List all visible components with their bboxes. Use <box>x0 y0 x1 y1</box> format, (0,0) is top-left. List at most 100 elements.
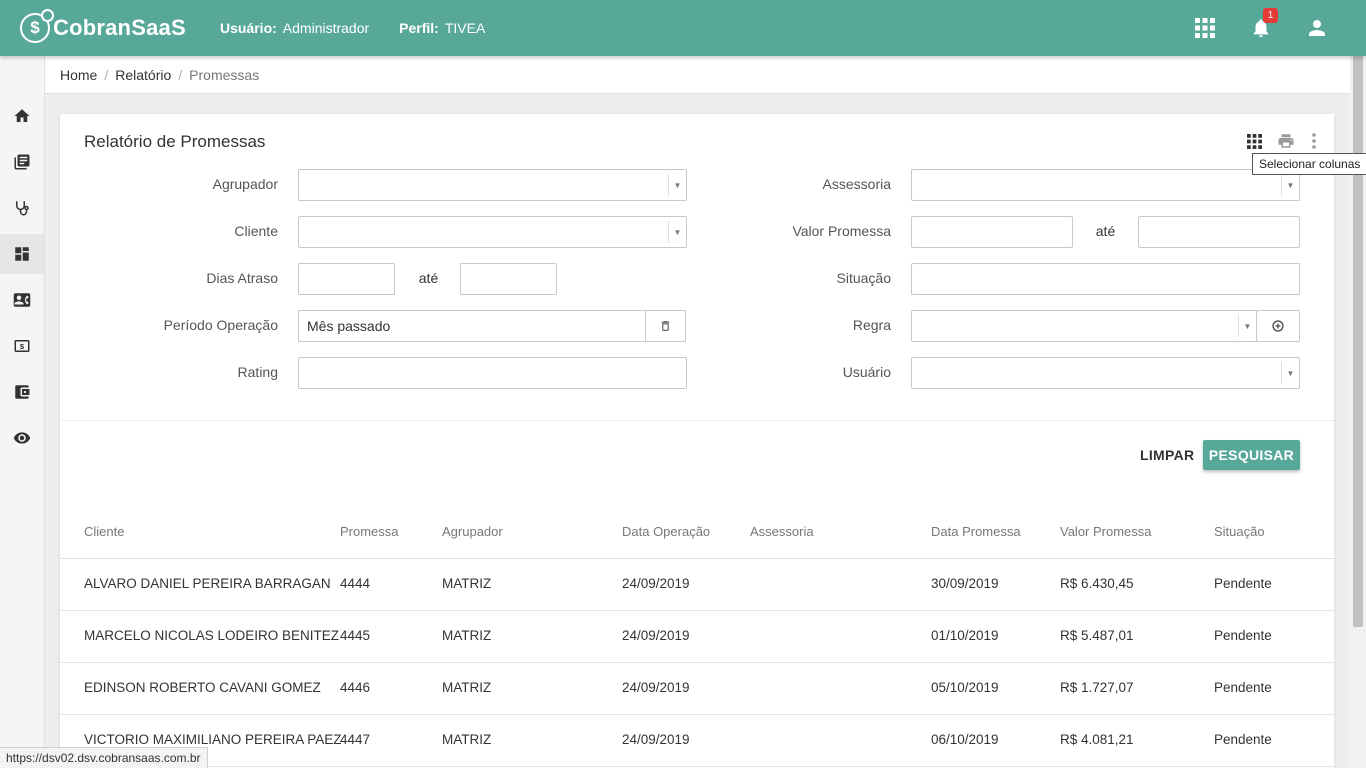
more-vert-icon[interactable] <box>1310 132 1318 153</box>
cell-promessa: 4444 <box>340 576 371 591</box>
book-icon <box>14 154 30 170</box>
divider <box>60 420 1334 421</box>
dias-atraso-ate-label: até <box>418 270 439 286</box>
table-row[interactable]: ALVARO DANIEL PEREIRA BARRAGAN 4444 MATR… <box>60 559 1334 611</box>
notifications-button[interactable]: 1 <box>1248 8 1278 41</box>
user-icon[interactable] <box>1304 15 1330 41</box>
cell-valor-promessa: R$ 4.081,21 <box>1060 732 1134 747</box>
column-header-situacao[interactable]: Situação <box>1214 524 1265 539</box>
sidebar-item-library[interactable] <box>0 142 44 182</box>
sidebar-item-dashboard[interactable] <box>0 234 44 274</box>
breadcrumb-separator: / <box>104 66 109 83</box>
valor-promessa-label: Valor Promessa <box>792 223 891 239</box>
column-header-data-operacao[interactable]: Data Operação <box>622 524 710 539</box>
page-title: Relatório de Promessas <box>84 132 266 151</box>
regra-select[interactable]: ▼ <box>911 310 1257 342</box>
table-row[interactable]: VICTORIO MAXIMILIANO PEREIRA PAEZ 4447 M… <box>60 715 1334 767</box>
trash-icon <box>661 321 670 331</box>
print-icon[interactable] <box>1276 132 1296 153</box>
column-header-cliente[interactable]: Cliente <box>84 524 124 539</box>
column-header-valor-promessa[interactable]: Valor Promessa <box>1060 524 1152 539</box>
dias-atraso-to-input[interactable] <box>460 263 557 295</box>
usuario-select[interactable]: ▼ <box>911 357 1300 389</box>
cell-situacao: Pendente <box>1214 732 1272 747</box>
sidebar-item-health[interactable] <box>0 188 44 228</box>
agrupador-select[interactable]: ▼ <box>298 169 687 201</box>
cell-situacao: Pendente <box>1214 576 1272 591</box>
breadcrumb-relatorio[interactable]: Relatório <box>115 67 171 83</box>
cliente-select[interactable]: ▼ <box>298 216 687 248</box>
dias-atraso-from-input[interactable] <box>298 263 395 295</box>
svg-text:$: $ <box>20 342 25 351</box>
home-icon <box>14 109 30 122</box>
cell-data-promessa: 30/09/2019 <box>931 576 999 591</box>
cell-promessa: 4445 <box>340 628 371 643</box>
dashboard-icon <box>15 247 29 261</box>
sidebar-item-contacts[interactable] <box>0 280 44 320</box>
dias-atraso-label: Dias Atraso <box>206 270 278 286</box>
valor-promessa-from-input[interactable] <box>911 216 1073 248</box>
contact-card-icon <box>13 293 31 307</box>
breadcrumb-home[interactable]: Home <box>60 67 97 83</box>
wallet-icon <box>15 385 30 399</box>
chevron-down-icon: ▼ <box>1281 174 1299 196</box>
column-header-data-promessa[interactable]: Data Promessa <box>931 524 1021 539</box>
brand-logo[interactable]: $ CobranSaaS <box>20 9 220 43</box>
search-button[interactable]: PESQUISAR <box>1203 440 1300 470</box>
user-info: Usuário: Administrador <box>220 20 369 36</box>
cell-valor-promessa: R$ 6.430,45 <box>1060 576 1134 591</box>
cell-promessa: 4446 <box>340 680 371 695</box>
cell-situacao: Pendente <box>1214 680 1272 695</box>
stethoscope-icon <box>16 201 29 216</box>
rating-label: Rating <box>237 364 278 380</box>
cell-agrupador: MATRIZ <box>442 732 492 747</box>
column-header-assessoria[interactable]: Assessoria <box>750 524 814 539</box>
column-header-promessa[interactable]: Promessa <box>340 524 399 539</box>
cell-cliente: MARCELO NICOLAS LODEIRO BENITEZ <box>84 628 340 643</box>
situacao-input[interactable] <box>911 263 1300 295</box>
cell-data-operacao: 24/09/2019 <box>622 732 690 747</box>
rating-input[interactable] <box>298 357 687 389</box>
table-row[interactable]: MARCELO NICOLAS LODEIRO BENITEZ 4445 MAT… <box>60 611 1334 663</box>
user-label: Usuário: <box>220 20 277 36</box>
periodo-operacao-input[interactable]: Mês passado <box>298 310 647 342</box>
sidebar-item-wallet[interactable] <box>0 372 44 412</box>
cell-cliente: ALVARO DANIEL PEREIRA BARRAGAN <box>84 576 331 591</box>
periodo-operacao-label: Período Operação <box>163 317 278 333</box>
cell-data-promessa: 05/10/2019 <box>931 680 999 695</box>
scrollbar-thumb[interactable] <box>1353 12 1363 627</box>
sidebar-item-monitor[interactable] <box>0 418 44 458</box>
brand-name: CobranSaaS <box>53 15 186 40</box>
cell-data-operacao: 24/09/2019 <box>622 680 690 695</box>
user-value: Administrador <box>282 20 370 36</box>
money-icon: $ <box>14 340 30 352</box>
cell-cliente: EDINSON ROBERTO CAVANI GOMEZ <box>84 680 321 695</box>
add-circle-icon <box>1272 320 1284 332</box>
select-columns-icon[interactable] <box>1247 133 1262 152</box>
cell-agrupador: MATRIZ <box>442 628 492 643</box>
assessoria-label: Assessoria <box>822 176 891 192</box>
assessoria-select[interactable]: ▼ <box>911 169 1300 201</box>
status-url: https://dsv02.dsv.cobransaas.com.br <box>0 747 208 768</box>
cell-promessa: 4447 <box>340 732 371 747</box>
add-rule-button[interactable] <box>1256 310 1300 342</box>
table-row[interactable]: EDINSON ROBERTO CAVANI GOMEZ 4446 MATRIZ… <box>60 663 1334 715</box>
cell-situacao: Pendente <box>1214 628 1272 643</box>
cell-data-promessa: 01/10/2019 <box>931 628 999 643</box>
vertical-scrollbar[interactable] <box>1350 0 1366 768</box>
column-header-agrupador[interactable]: Agrupador <box>442 524 503 539</box>
usuario-label: Usuário <box>842 364 891 380</box>
notification-badge: 1 <box>1263 8 1278 23</box>
select-columns-tooltip: Selecionar colunas <box>1252 153 1366 175</box>
report-card: Relatório de Promessas Agrupador ▼ Clien… <box>60 114 1334 768</box>
sidebar-item-finance[interactable]: $ <box>0 326 44 366</box>
cell-data-operacao: 24/09/2019 <box>622 628 690 643</box>
sidebar: $ <box>0 56 45 768</box>
apps-grid-icon[interactable] <box>1192 15 1218 41</box>
clear-button[interactable]: LIMPAR <box>1134 440 1200 470</box>
valor-promessa-to-input[interactable] <box>1138 216 1300 248</box>
sidebar-item-home[interactable] <box>0 96 44 136</box>
clear-period-button[interactable] <box>645 310 686 342</box>
cell-agrupador: MATRIZ <box>442 680 492 695</box>
breadcrumb-current: Promessas <box>189 66 260 83</box>
